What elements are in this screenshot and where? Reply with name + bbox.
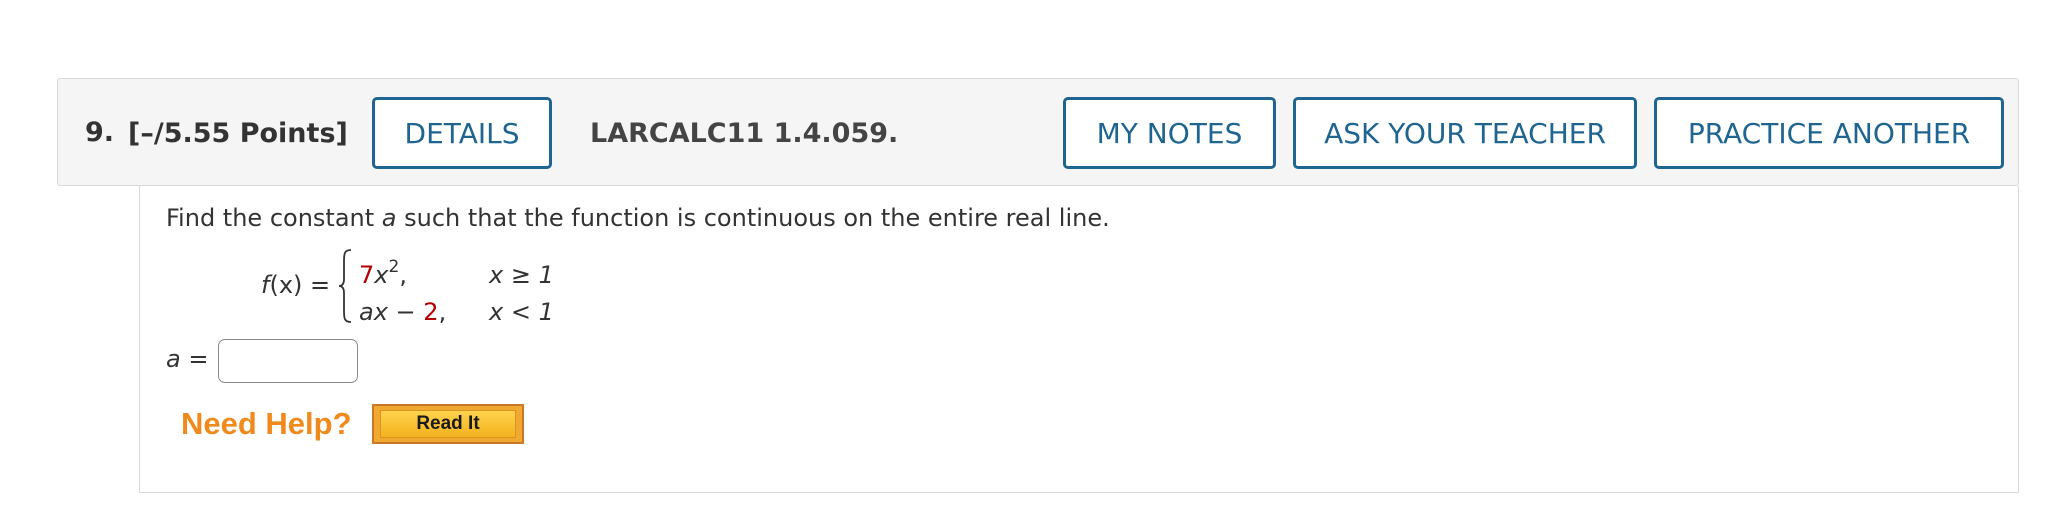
answer-input[interactable] bbox=[218, 339, 358, 383]
ask-your-teacher-button[interactable]: ASK YOUR TEACHER bbox=[1293, 97, 1637, 169]
answer-label: a = bbox=[166, 345, 209, 373]
read-it-label: Read It bbox=[380, 410, 516, 438]
piecewise-case-2: ax − 2, bbox=[359, 298, 447, 326]
need-help-label: Need Help? bbox=[181, 406, 352, 441]
piecewise-brace bbox=[338, 249, 352, 323]
read-it-button[interactable]: Read It bbox=[372, 404, 524, 444]
my-notes-button[interactable]: MY NOTES bbox=[1063, 97, 1276, 169]
function-name: f(x) = bbox=[261, 271, 331, 299]
piecewise-condition-1: x ≥ 1 bbox=[489, 261, 554, 289]
details-button[interactable]: DETAILS bbox=[372, 97, 552, 169]
question-body bbox=[139, 186, 2019, 493]
piecewise-condition-2: x < 1 bbox=[489, 298, 554, 326]
piecewise-case-1: 7x2, bbox=[359, 257, 407, 290]
question-points: [–/5.55 Points] bbox=[128, 118, 348, 149]
problem-prompt: Find the constant a such that the functi… bbox=[166, 204, 1110, 232]
practice-another-button[interactable]: PRACTICE ANOTHER bbox=[1654, 97, 2004, 169]
question-number: 9. bbox=[85, 117, 115, 148]
question-reference: LARCALC11 1.4.059. bbox=[590, 118, 899, 149]
